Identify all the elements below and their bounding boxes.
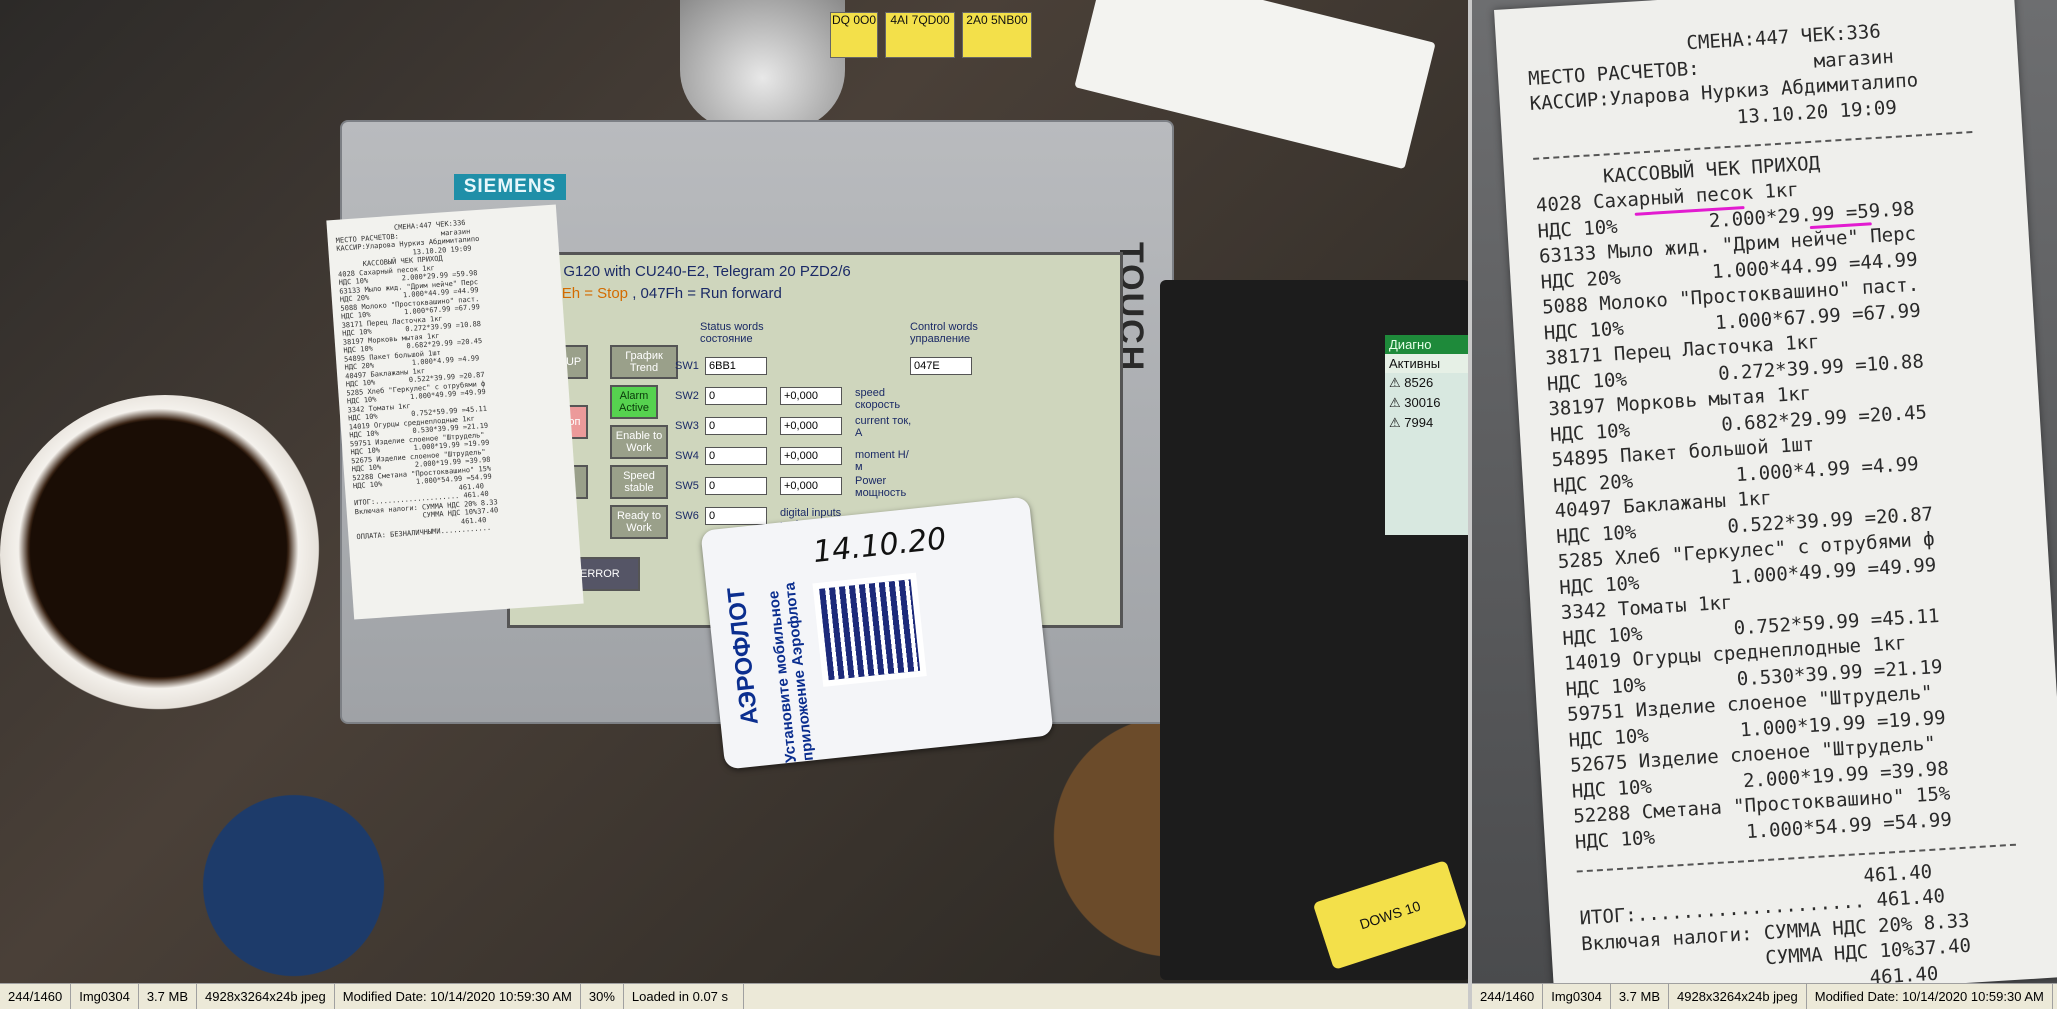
status-load-time: Loaded in 0.07 s — [624, 984, 744, 1009]
hmi-sw6-field: 0 — [705, 507, 767, 525]
module-tag: DQ 0O0 — [830, 12, 878, 58]
status-spacer — [744, 984, 1468, 1009]
aeroflot-text: Установите мобильное приложение Аэрофлот… — [765, 581, 817, 764]
status-image-name: Img0304 — [71, 984, 139, 1009]
status-image-index: 244/1460 — [1472, 984, 1544, 1009]
status-zoom: 70 — [2053, 984, 2057, 1009]
hmi-current-label: current ток, A — [855, 415, 912, 439]
hmi-speed-value: +0,000 — [780, 387, 842, 405]
hmi-power-label: Power мощность — [855, 475, 907, 499]
hmi-alarm-indicator: Alarm Active — [610, 385, 658, 419]
drive-code: ⚠ 8526 — [1389, 375, 1434, 390]
status-zoom: 30% — [581, 984, 624, 1009]
module-tag: 4AI 7QD00 — [885, 12, 955, 58]
receipt-paper: СМЕНА:447 ЧЕК:336 МЕСТО РАСЧЕТОВ: магазин… — [1494, 0, 2057, 984]
hmi-sw3-label: SW3 — [675, 420, 699, 432]
hmi-sw1-field: 6BB1 — [705, 357, 767, 375]
hmi-sw5-label: SW5 — [675, 480, 699, 492]
hmi-sw1-label: SW1 — [675, 360, 699, 372]
status-file-size: 3.7 MB — [1611, 984, 1670, 1009]
drive-display: Диагно Активны ⚠ 8526 ⚠ 30016 ⚠ 7994 — [1385, 335, 1468, 535]
photo-canvas-zoomed[interactable]: СМЕНА:447 ЧЕК:336 МЕСТО РАСЧЕТОВ: магазин… — [1472, 0, 2057, 984]
status-bar-left: 244/1460 Img0304 3.7 MB 4928x3264x24b jp… — [0, 983, 1468, 1009]
photo-scene-electronics: DQ 0O0 4AI 7QD00 2A0 5NB00 SIEMENS TOUCH… — [0, 0, 1468, 984]
hmi-control-words-label: Control words управление — [910, 321, 978, 345]
drive-code-value: 8526 — [1404, 375, 1434, 390]
handwritten-date: 14.10.20 — [811, 521, 948, 571]
hmi-speed-indicator: Speed stable — [610, 465, 668, 499]
hmi-enable-indicator: Enable to Work — [610, 425, 668, 459]
hmi-trend-button: График Trend — [610, 345, 678, 379]
hmi-status-words-label: Status words состояние — [700, 321, 764, 345]
image-viewer-left: DQ 0O0 4AI 7QD00 2A0 5NB00 SIEMENS TOUCH… — [0, 0, 1468, 1009]
aeroflot-card: АЭРОФЛОТ Установите мобильное приложение… — [700, 496, 1054, 770]
hmi-sw6-label: SW6 — [675, 510, 699, 522]
status-modified-date: Modified Date: 10/14/2020 10:59:30 AM — [1807, 984, 2053, 1009]
hmi-speed-label: speed скорость — [855, 387, 901, 411]
small-receipt-photo: СМЕНА:447 ЧЕК:336 МЕСТО РАСЧЕТОВ: магазин… — [326, 204, 584, 620]
drive-code: ⚠ 7994 — [1389, 415, 1434, 430]
qr-code-icon — [812, 572, 927, 687]
module-tag: 2A0 5NB00 — [962, 12, 1032, 58]
hmi-ready-indicator: Ready to Work — [610, 505, 668, 539]
hmi-sw2-label: SW2 — [675, 390, 699, 402]
status-image-format: 4928x3264x24b jpeg — [197, 984, 335, 1009]
hmi-control-word-field: 047E — [910, 357, 972, 375]
siemens-logo: SIEMENS — [454, 174, 566, 200]
status-file-size: 3.7 MB — [139, 984, 198, 1009]
drive-code: ⚠ 30016 — [1389, 395, 1441, 410]
hmi-sw4-label: SW4 — [675, 450, 699, 462]
hmi-sw5-field: 0 — [705, 477, 767, 495]
coffee-cup — [0, 395, 330, 715]
status-image-index: 244/1460 — [0, 984, 72, 1009]
aeroflot-logo: АЭРОФЛОТ — [722, 586, 764, 727]
photo-canvas[interactable]: DQ 0O0 4AI 7QD00 2A0 5NB00 SIEMENS TOUCH… — [0, 0, 1468, 984]
drive-code-value: 7994 — [1404, 415, 1434, 430]
hmi-sw3-field: 0 — [705, 417, 767, 435]
hmi-power-value: +0,000 — [780, 477, 842, 495]
image-viewer-right: СМЕНА:447 ЧЕК:336 МЕСТО РАСЧЕТОВ: магазин… — [1472, 0, 2057, 1009]
metal-cylinder — [680, 0, 845, 130]
hmi-status-run: , 047Fh = Run forward — [632, 285, 782, 302]
drive-display-head: Диагно — [1385, 335, 1468, 354]
hmi-moment-label: moment Н/м — [855, 449, 909, 473]
small-receipt-text: СМЕНА:447 ЧЕК:336 МЕСТО РАСЧЕТОВ: магазин… — [335, 213, 570, 542]
status-modified-date: Modified Date: 10/14/2020 10:59:30 AM — [335, 984, 581, 1009]
photo-scene-receipt: СМЕНА:447 ЧЕК:336 МЕСТО РАСЧЕТОВ: магазин… — [1472, 0, 2057, 984]
hmi-title: amics G120 with CU240-E2, Telegram 20 PZ… — [520, 263, 851, 280]
status-bar-right: 244/1460 Img0304 3.7 MB 4928x3264x24b jp… — [1472, 983, 2057, 1009]
drive-display-sub: Активны — [1385, 354, 1468, 373]
hmi-current-value: +0,000 — [780, 417, 842, 435]
hmi-sw4-field: 0 — [705, 447, 767, 465]
drive-code-value: 30016 — [1404, 395, 1441, 410]
hmi-moment-value: +0,000 — [780, 447, 842, 465]
status-image-format: 4928x3264x24b jpeg — [1669, 984, 1807, 1009]
hmi-sw2-field: 0 — [705, 387, 767, 405]
status-image-name: Img0304 — [1543, 984, 1611, 1009]
